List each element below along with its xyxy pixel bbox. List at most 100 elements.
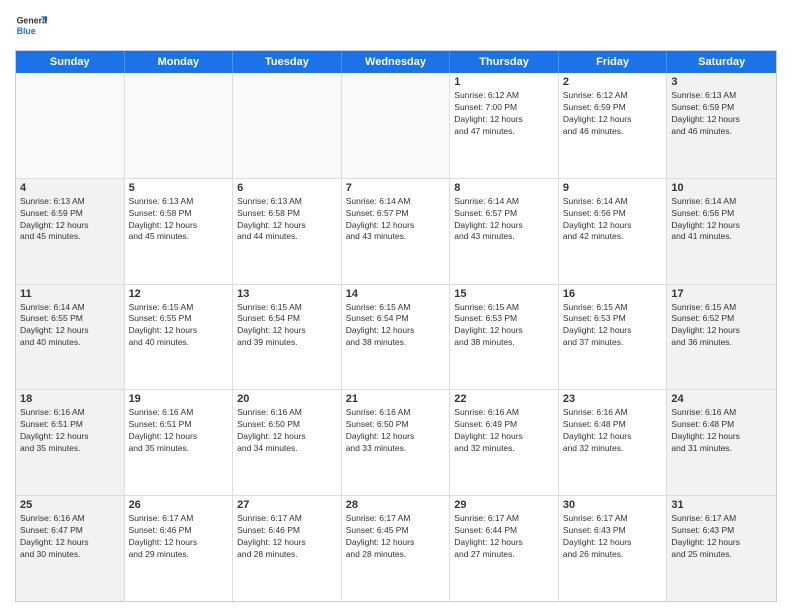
- calendar-body: 1Sunrise: 6:12 AMSunset: 7:00 PMDaylight…: [16, 73, 776, 601]
- day-cell-2: 2 Sunrise: 6:12 AMSunset: 6:59 PMDaylight…: [559, 73, 668, 178]
- day-cell-18: 18 Sunrise: 6:16 AMSunset: 6:51 PMDayligh…: [16, 390, 125, 495]
- week-row-4: 18 Sunrise: 6:16 AMSunset: 6:51 PMDayligh…: [16, 390, 776, 496]
- cell-content: Sunrise: 6:16 AMSunset: 6:49 PMDaylight:…: [454, 407, 554, 455]
- day-number: 22: [454, 393, 554, 405]
- day-cell-29: 29Sunrise: 6:17 AMSunset: 6:44 PMDayligh…: [450, 496, 559, 601]
- cell-content: Sunrise: 6:13 AMSunset: 6:59 PMDaylight:…: [671, 90, 772, 138]
- week-row-3: 11Sunrise: 6:14 AMSunset: 6:55 PMDayligh…: [16, 285, 776, 391]
- header-day-monday: Monday: [125, 51, 234, 73]
- header-day-tuesday: Tuesday: [233, 51, 342, 73]
- cell-content: Sunrise: 6:13 AMSunset: 6:58 PMDaylight:…: [237, 196, 337, 244]
- cell-content: Sunrise: 6:14 AMSunset: 6:57 PMDaylight:…: [346, 196, 446, 244]
- day-number: 3: [671, 76, 772, 88]
- logo-icon: General Blue: [15, 10, 47, 42]
- week-row-2: 4Sunrise: 6:13 AMSunset: 6:59 PMDaylight…: [16, 179, 776, 285]
- day-cell-16: 16 Sunrise: 6:15 AMSunset: 6:53 PMDayligh…: [559, 285, 668, 390]
- day-cell-6: 6 Sunrise: 6:13 AMSunset: 6:58 PMDaylight…: [233, 179, 342, 284]
- day-number: 29: [454, 499, 554, 511]
- day-cell-30: 30Sunrise: 6:17 AMSunset: 6:43 PMDayligh…: [559, 496, 668, 601]
- cell-content: Sunrise: 6:14 AMSunset: 6:56 PMDaylight:…: [671, 196, 772, 244]
- day-number: 27: [237, 499, 337, 511]
- page: General Blue SundayMondayTuesdayWednesda…: [0, 0, 792, 612]
- day-cell-17: 17 Sunrise: 6:15 AMSunset: 6:52 PMDayligh…: [667, 285, 776, 390]
- day-number: 14: [346, 288, 446, 300]
- cell-content: Sunrise: 6:17 AMSunset: 6:43 PMDaylight:…: [671, 513, 772, 561]
- header-day-friday: Friday: [559, 51, 668, 73]
- day-cell-20: 20 Sunrise: 6:16 AMSunset: 6:50 PMDayligh…: [233, 390, 342, 495]
- day-number: 18: [20, 393, 120, 405]
- cell-content: Sunrise: 6:16 AMSunset: 6:48 PMDaylight:…: [671, 407, 772, 455]
- cell-content: Sunrise: 6:16 AMSunset: 6:50 PMDaylight:…: [346, 407, 446, 455]
- cell-content: Sunrise: 6:15 AMSunset: 6:52 PMDaylight:…: [671, 302, 772, 350]
- day-number: 20: [237, 393, 337, 405]
- cell-content: Sunrise: 6:16 AMSunset: 6:47 PMDaylight:…: [20, 513, 120, 561]
- day-cell-19: 19Sunrise: 6:16 AMSunset: 6:51 PMDayligh…: [125, 390, 234, 495]
- day-cell-3: 3 Sunrise: 6:13 AMSunset: 6:59 PMDaylight…: [667, 73, 776, 178]
- day-cell-4: 4Sunrise: 6:13 AMSunset: 6:59 PMDaylight…: [16, 179, 125, 284]
- empty-cell: [16, 73, 125, 178]
- cell-content: Sunrise: 6:15 AMSunset: 6:54 PMDaylight:…: [346, 302, 446, 350]
- cell-content: Sunrise: 6:16 AMSunset: 6:50 PMDaylight:…: [237, 407, 337, 455]
- cell-content: Sunrise: 6:17 AMSunset: 6:43 PMDaylight:…: [563, 513, 663, 561]
- day-number: 23: [563, 393, 663, 405]
- day-number: 6: [237, 182, 337, 194]
- empty-cell: [125, 73, 234, 178]
- day-cell-27: 27 Sunrise: 6:17 AMSunset: 6:46 PMDayligh…: [233, 496, 342, 601]
- day-cell-23: 23 Sunrise: 6:16 AMSunset: 6:48 PMDayligh…: [559, 390, 668, 495]
- day-number: 25: [20, 499, 120, 511]
- header-day-thursday: Thursday: [450, 51, 559, 73]
- day-cell-28: 28 Sunrise: 6:17 AMSunset: 6:45 PMDayligh…: [342, 496, 451, 601]
- cell-content: Sunrise: 6:15 AMSunset: 6:55 PMDaylight:…: [129, 302, 229, 350]
- day-cell-26: 26 Sunrise: 6:17 AMSunset: 6:46 PMDayligh…: [125, 496, 234, 601]
- day-cell-24: 24 Sunrise: 6:16 AMSunset: 6:48 PMDayligh…: [667, 390, 776, 495]
- header-day-saturday: Saturday: [667, 51, 776, 73]
- day-cell-7: 7 Sunrise: 6:14 AMSunset: 6:57 PMDaylight…: [342, 179, 451, 284]
- cell-content: Sunrise: 6:12 AMSunset: 7:00 PMDaylight:…: [454, 90, 554, 138]
- cell-content: Sunrise: 6:15 AMSunset: 6:53 PMDaylight:…: [563, 302, 663, 350]
- day-number: 19: [129, 393, 229, 405]
- day-number: 7: [346, 182, 446, 194]
- cell-content: Sunrise: 6:17 AMSunset: 6:45 PMDaylight:…: [346, 513, 446, 561]
- calendar-header: SundayMondayTuesdayWednesdayThursdayFrid…: [16, 51, 776, 73]
- header-day-sunday: Sunday: [16, 51, 125, 73]
- day-number: 8: [454, 182, 554, 194]
- day-cell-10: 10 Sunrise: 6:14 AMSunset: 6:56 PMDayligh…: [667, 179, 776, 284]
- day-cell-14: 14 Sunrise: 6:15 AMSunset: 6:54 PMDayligh…: [342, 285, 451, 390]
- day-number: 24: [671, 393, 772, 405]
- week-row-5: 25 Sunrise: 6:16 AMSunset: 6:47 PMDayligh…: [16, 496, 776, 601]
- day-cell-13: 13 Sunrise: 6:15 AMSunset: 6:54 PMDayligh…: [233, 285, 342, 390]
- day-number: 15: [454, 288, 554, 300]
- week-row-1: 1Sunrise: 6:12 AMSunset: 7:00 PMDaylight…: [16, 73, 776, 179]
- svg-text:Blue: Blue: [17, 26, 36, 36]
- cell-content: Sunrise: 6:16 AMSunset: 6:48 PMDaylight:…: [563, 407, 663, 455]
- cell-content: Sunrise: 6:14 AMSunset: 6:57 PMDaylight:…: [454, 196, 554, 244]
- calendar: SundayMondayTuesdayWednesdayThursdayFrid…: [15, 50, 777, 602]
- day-number: 9: [563, 182, 663, 194]
- day-number: 26: [129, 499, 229, 511]
- day-number: 2: [563, 76, 663, 88]
- cell-content: Sunrise: 6:13 AMSunset: 6:58 PMDaylight:…: [129, 196, 229, 244]
- cell-content: Sunrise: 6:17 AMSunset: 6:46 PMDaylight:…: [237, 513, 337, 561]
- cell-content: Sunrise: 6:14 AMSunset: 6:55 PMDaylight:…: [20, 302, 120, 350]
- cell-content: Sunrise: 6:17 AMSunset: 6:46 PMDaylight:…: [129, 513, 229, 561]
- cell-content: Sunrise: 6:16 AMSunset: 6:51 PMDaylight:…: [20, 407, 120, 455]
- cell-content: Sunrise: 6:15 AMSunset: 6:53 PMDaylight:…: [454, 302, 554, 350]
- header-day-wednesday: Wednesday: [342, 51, 451, 73]
- day-number: 17: [671, 288, 772, 300]
- day-number: 4: [20, 182, 120, 194]
- empty-cell: [233, 73, 342, 178]
- cell-content: Sunrise: 6:12 AMSunset: 6:59 PMDaylight:…: [563, 90, 663, 138]
- day-cell-15: 15 Sunrise: 6:15 AMSunset: 6:53 PMDayligh…: [450, 285, 559, 390]
- day-number: 13: [237, 288, 337, 300]
- day-cell-11: 11Sunrise: 6:14 AMSunset: 6:55 PMDayligh…: [16, 285, 125, 390]
- day-number: 16: [563, 288, 663, 300]
- day-cell-9: 9Sunrise: 6:14 AMSunset: 6:56 PMDaylight…: [559, 179, 668, 284]
- day-cell-1: 1Sunrise: 6:12 AMSunset: 7:00 PMDaylight…: [450, 73, 559, 178]
- day-number: 28: [346, 499, 446, 511]
- day-cell-22: 22 Sunrise: 6:16 AMSunset: 6:49 PMDayligh…: [450, 390, 559, 495]
- cell-content: Sunrise: 6:15 AMSunset: 6:54 PMDaylight:…: [237, 302, 337, 350]
- day-cell-25: 25 Sunrise: 6:16 AMSunset: 6:47 PMDayligh…: [16, 496, 125, 601]
- day-number: 10: [671, 182, 772, 194]
- day-number: 31: [671, 499, 772, 511]
- day-cell-5: 5Sunrise: 6:13 AMSunset: 6:58 PMDaylight…: [125, 179, 234, 284]
